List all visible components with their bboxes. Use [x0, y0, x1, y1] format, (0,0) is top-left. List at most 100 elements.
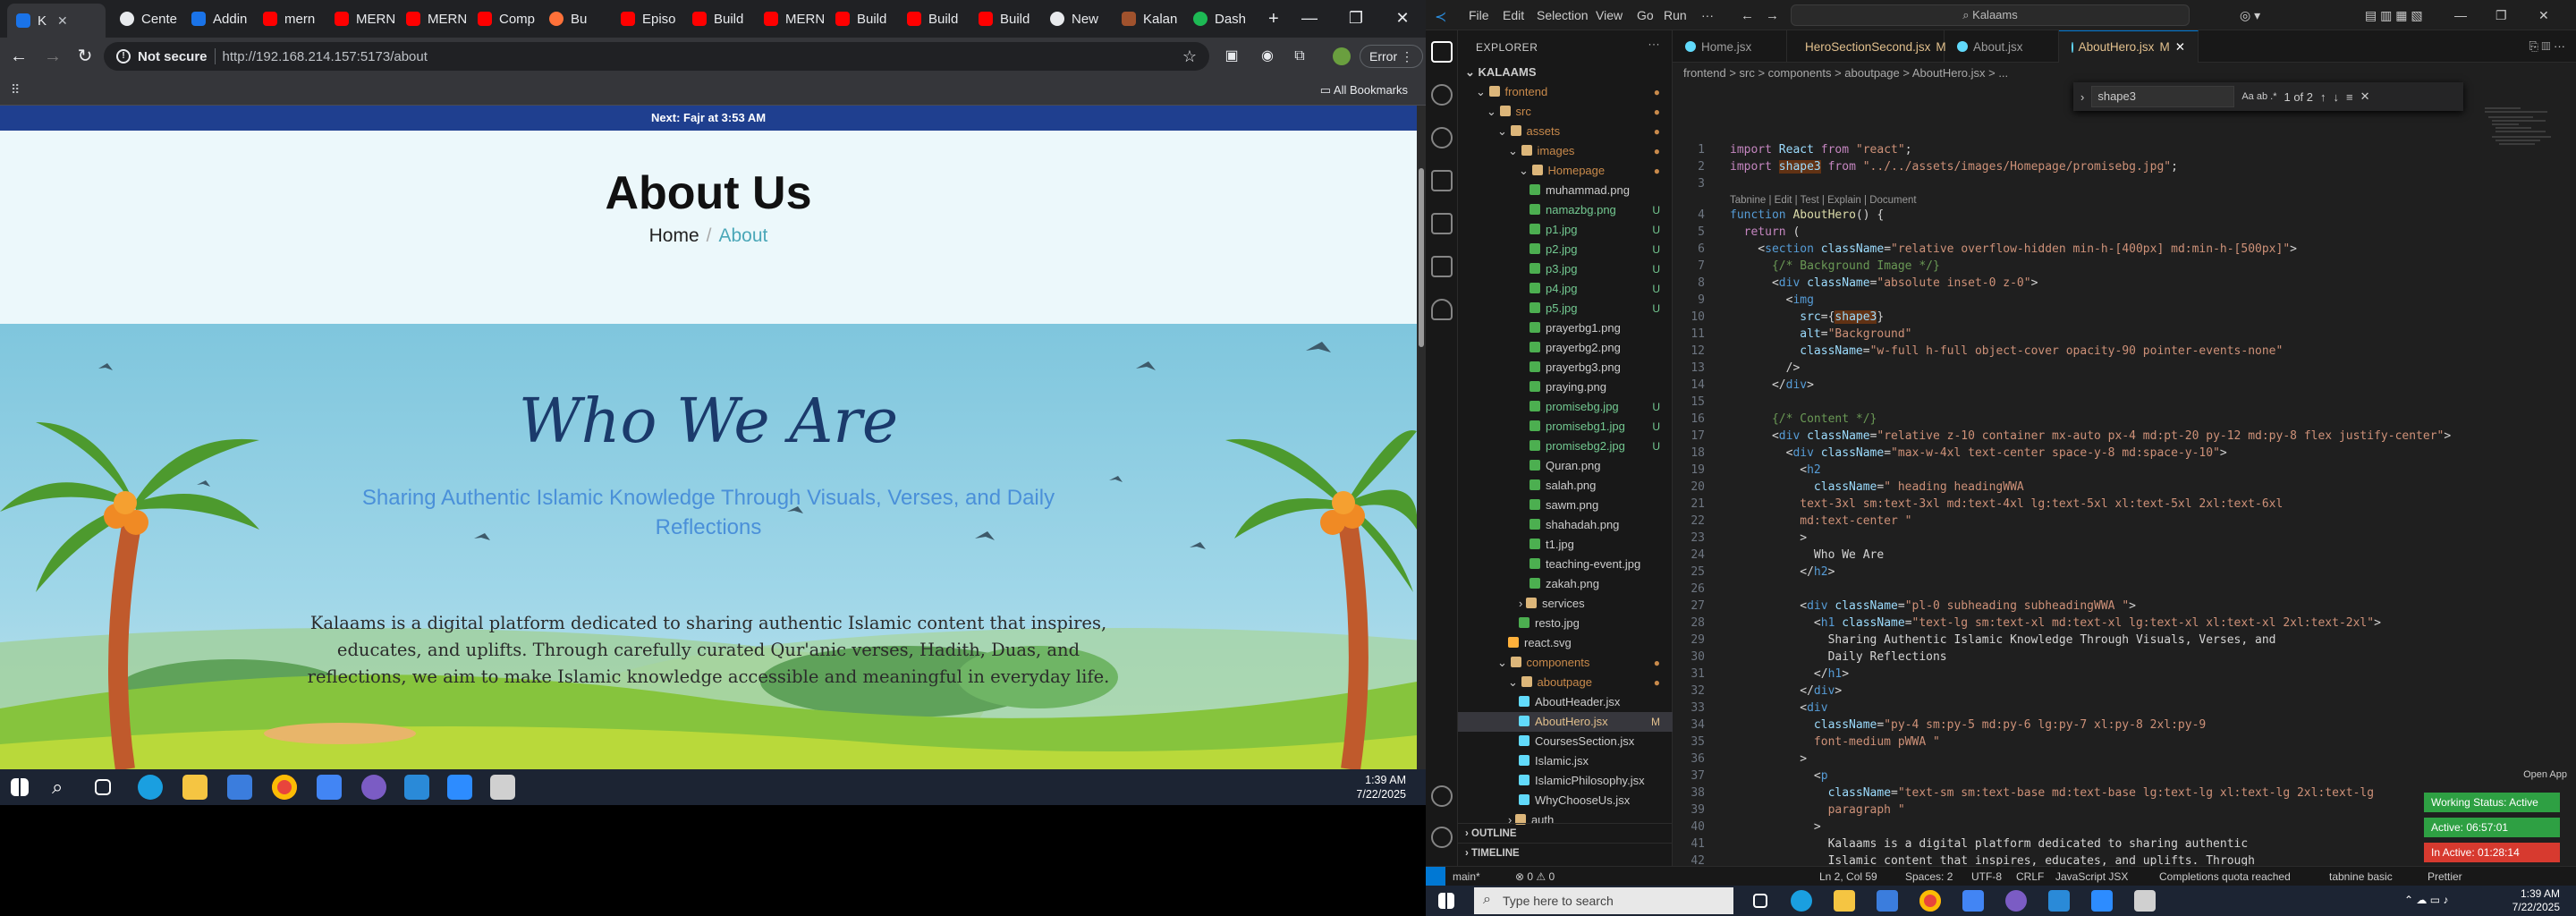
chrome-tab[interactable]: mern — [254, 5, 327, 32]
vscode-maximize-icon[interactable]: ❐ — [2496, 8, 2507, 23]
windows-start-icon[interactable] — [11, 778, 29, 796]
system-tray-icons[interactable]: ⌃ ☁ ▭ ♪ — [2404, 894, 2448, 906]
status-problems[interactable]: ⊗ 0 ⚠ 0 — [1515, 870, 1555, 883]
url-text[interactable]: http://192.168.214.157:5173/about — [223, 49, 428, 64]
tree-file[interactable]: p3.jpg U — [1458, 259, 1673, 279]
chrome-tab[interactable]: Build — [970, 5, 1043, 32]
app-icon-outer[interactable] — [1962, 890, 1984, 912]
menu-file[interactable]: File — [1469, 8, 1489, 22]
editor-tab[interactable]: HeroSectionSecond.jsx M — [1787, 30, 1946, 63]
menu-go[interactable]: Go — [1637, 8, 1654, 22]
remote-icon[interactable] — [1431, 256, 1453, 277]
explorer-more-icon[interactable]: ··· — [1648, 38, 1661, 50]
tree-file[interactable]: resto.jpg — [1458, 614, 1673, 633]
code-line[interactable]: Kalaams is a digital platform dedicated … — [1730, 837, 2249, 851]
task-view-icon[interactable] — [95, 779, 111, 795]
status-position[interactable]: Ln 2, Col 59 — [1819, 870, 1877, 883]
find-next-icon[interactable]: ↓ — [2334, 90, 2340, 104]
extension-icon[interactable]: ▣ — [1222, 47, 1241, 66]
minimize-icon[interactable]: — — [1286, 0, 1333, 36]
tree-file[interactable]: CoursesSection.jsx — [1458, 732, 1673, 751]
code-line[interactable]: paragraph " — [1730, 803, 1905, 817]
code-line[interactable]: md:text-center " — [1730, 514, 1911, 528]
file-explorer-icon-outer[interactable] — [1834, 890, 1855, 912]
tree-folder[interactable]: ⌄ Homepage ● — [1458, 161, 1673, 181]
code-line[interactable]: <div className="absolute inset-0 z-0"> — [1730, 276, 2038, 290]
chrome-tab[interactable]: K ✕ — [7, 4, 106, 38]
command-center[interactable]: ⌕ Kalaams — [1791, 4, 2190, 26]
zoom-icon[interactable] — [447, 775, 472, 800]
code-line[interactable]: className="w-full h-full object-cover op… — [1730, 344, 2283, 358]
find-prev-icon[interactable]: ↑ — [2320, 90, 2326, 104]
tree-file[interactable]: IslamicPhilosophy.jsx — [1458, 771, 1673, 791]
tree-file[interactable]: Islamic.jsx — [1458, 751, 1673, 771]
source-control-icon[interactable] — [1431, 127, 1453, 148]
chrome-tab[interactable]: MERN — [755, 5, 828, 32]
code-line[interactable]: Sharing Authentic Islamic Knowledge Thro… — [1730, 633, 2276, 647]
back-icon[interactable]: ← — [9, 47, 29, 66]
menu-selection[interactable]: Selection — [1537, 8, 1589, 22]
settings-gear-icon[interactable] — [1431, 827, 1453, 848]
remote-app-icon-outer[interactable] — [2134, 890, 2156, 912]
account-icon[interactable] — [1431, 785, 1453, 807]
code-line[interactable]: </h1> — [1730, 667, 1849, 681]
tree-file[interactable]: p2.jpg U — [1458, 240, 1673, 259]
tree-file[interactable]: sawm.png — [1458, 496, 1673, 515]
chrome-tab[interactable]: Episo — [612, 5, 685, 32]
tree-file[interactable]: prayerbg1.png — [1458, 318, 1673, 338]
open-app-link[interactable]: Open App — [2496, 769, 2567, 780]
tree-file[interactable]: t1.jpg — [1458, 535, 1673, 555]
tree-file[interactable]: praying.png — [1458, 377, 1673, 397]
taskbar-search[interactable]: ⌕ Type here to search — [1474, 887, 1733, 914]
copilot-icon[interactable]: ◎ ▾ — [2240, 8, 2260, 23]
code-line[interactable]: <div — [1730, 701, 1827, 715]
file-explorer-icon[interactable] — [182, 775, 208, 800]
page-scrollbar[interactable] — [1417, 106, 1426, 769]
menu-more-icon[interactable]: ··· — [1701, 8, 1714, 22]
breadcrumb-home[interactable]: Home — [649, 225, 699, 246]
code-line[interactable]: <div className="max-w-4xl text-center sp… — [1730, 446, 2227, 460]
chrome-tab[interactable]: Bu — [540, 5, 614, 32]
code-line[interactable]: className="py-4 sm:py-5 md:py-6 lg:py-7 … — [1730, 718, 2206, 732]
status-spaces[interactable]: Spaces: 2 — [1905, 870, 1953, 883]
code-line[interactable]: Daily Reflections — [1730, 650, 1947, 664]
vscode-icon[interactable] — [404, 775, 429, 800]
menu-view[interactable]: View — [1596, 8, 1623, 22]
tree-folder[interactable]: ⌄ assets ● — [1458, 122, 1673, 141]
code-line[interactable]: <h1 className="text-lg sm:text-xl md:tex… — [1730, 616, 2381, 630]
code-line[interactable]: className=" heading headingWWA — [1730, 480, 2024, 494]
status-eol[interactable]: CRLF — [2016, 870, 2044, 883]
status-encoding[interactable]: UTF-8 — [1971, 870, 2002, 883]
code-line[interactable]: import React from "react"; — [1730, 143, 1912, 157]
chrome-tab[interactable]: Dash — [1184, 5, 1258, 32]
find-input[interactable]: shape3 — [2091, 86, 2235, 107]
tree-file[interactable]: namazbg.png U — [1458, 200, 1673, 220]
code-line[interactable]: <h2 — [1730, 463, 1820, 477]
editor-tab-close-icon[interactable]: ✕ — [2175, 40, 2185, 55]
taskbar-clock[interactable]: 1:39 AM 7/22/2025 — [2512, 887, 2560, 914]
close-icon[interactable]: ✕ — [1379, 0, 1426, 36]
tree-file[interactable]: prayerbg2.png — [1458, 338, 1673, 358]
tree-file[interactable]: promisebg1.jpg U — [1458, 417, 1673, 437]
code-line[interactable]: <img — [1730, 293, 1814, 307]
code-line[interactable]: </div> — [1730, 684, 1842, 698]
extension-icon-2[interactable]: ◉ — [1258, 47, 1277, 66]
run-debug-icon[interactable] — [1431, 170, 1453, 191]
chrome-tab[interactable]: Cente — [111, 5, 184, 32]
tabnine-codelens[interactable]: Tabnine | Edit | Test | Explain | Docume… — [1730, 195, 1917, 206]
tree-file[interactable]: zakah.png — [1458, 574, 1673, 594]
tab-close-icon[interactable]: ✕ — [57, 13, 68, 29]
code-line[interactable]: return ( — [1730, 225, 1801, 239]
code-line[interactable]: {/* Content */} — [1730, 412, 1877, 426]
menu-edit[interactable]: Edit — [1503, 8, 1524, 22]
tree-file[interactable]: prayerbg3.png — [1458, 358, 1673, 377]
tree-file[interactable]: muhammad.png — [1458, 181, 1673, 200]
github-desktop-icon-outer[interactable] — [2005, 890, 2027, 912]
windows-start-icon-outer[interactable] — [1438, 893, 1454, 909]
search-icon[interactable]: ⌕ — [52, 775, 77, 800]
tree-file[interactable]: Quran.png — [1458, 456, 1673, 476]
find-expand-icon[interactable]: › — [2080, 90, 2084, 104]
code-line[interactable]: text-3xl sm:text-3xl md:text-4xl lg:text… — [1730, 497, 2283, 511]
chrome-tab[interactable]: Addin — [182, 5, 256, 32]
code-line[interactable]: className="text-sm sm:text-base md:text-… — [1730, 786, 2375, 800]
